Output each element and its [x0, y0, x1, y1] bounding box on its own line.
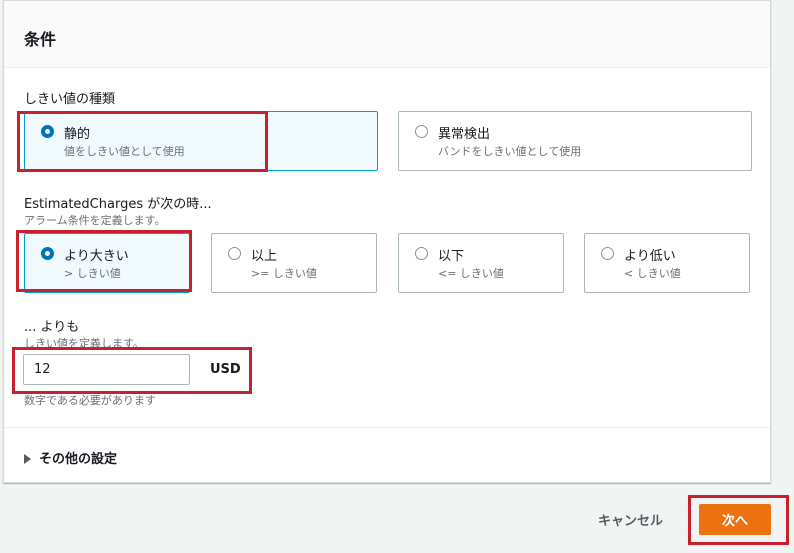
- comparison-greater-tile[interactable]: より大きい > しきい値: [24, 233, 190, 293]
- static-desc: 値をしきい値として使用: [64, 145, 185, 158]
- threshold-value-input[interactable]: [23, 354, 190, 385]
- static-radio[interactable]: [41, 125, 54, 138]
- greater-equal-radio[interactable]: [228, 247, 241, 260]
- cancel-button[interactable]: キャンセル: [598, 510, 663, 529]
- greater-equal-label: 以上: [251, 249, 278, 264]
- caret-right-icon: [24, 454, 31, 464]
- panel-title: 条件: [24, 30, 57, 49]
- comparison-less-tile[interactable]: より低い < しきい値: [584, 233, 750, 293]
- threshold-value-hint: 数字である必要があります: [24, 394, 156, 407]
- static-label: 静的: [64, 127, 91, 142]
- additional-settings-toggle[interactable]: その他の設定: [24, 448, 117, 467]
- anomaly-radio[interactable]: [415, 125, 428, 138]
- threshold-type-anomaly-tile[interactable]: 異常検出 バンドをしきい値として使用: [398, 111, 752, 171]
- less-equal-label: 以下: [438, 249, 465, 264]
- section-divider: [4, 427, 770, 428]
- additional-settings-label: その他の設定: [39, 452, 118, 467]
- greater-desc: > しきい値: [64, 267, 121, 280]
- threshold-type-label: しきい値の種類: [24, 92, 116, 107]
- anomaly-desc: バンドをしきい値として使用: [438, 145, 582, 158]
- greater-label: より大きい: [64, 249, 129, 264]
- conditions-panel: 条件 しきい値の種類 静的 値をしきい値として使用 異常検出 バンドをしきい値と…: [3, 0, 771, 483]
- panel-header: 条件: [4, 1, 770, 68]
- less-equal-radio[interactable]: [415, 247, 428, 260]
- greater-radio[interactable]: [41, 247, 54, 260]
- next-button[interactable]: 次へ: [699, 504, 771, 535]
- threshold-value-desc: しきい値を定義します。: [24, 337, 144, 350]
- comparison-label: EstimatedCharges が次の時...: [24, 197, 212, 212]
- less-desc: < しきい値: [624, 267, 681, 280]
- threshold-unit: USD: [210, 362, 241, 377]
- threshold-type-static-tile[interactable]: 静的 値をしきい値として使用: [24, 111, 378, 171]
- less-equal-desc: <= しきい値: [438, 267, 504, 280]
- comparison-less-equal-tile[interactable]: 以下 <= しきい値: [398, 233, 564, 293]
- greater-equal-desc: >= しきい値: [251, 267, 317, 280]
- comparison-greater-equal-tile[interactable]: 以上 >= しきい値: [211, 233, 377, 293]
- threshold-value-label: ... よりも: [24, 320, 80, 335]
- anomaly-label: 異常検出: [438, 127, 491, 142]
- less-radio[interactable]: [601, 247, 614, 260]
- comparison-desc: アラーム条件を定義します。: [24, 214, 166, 227]
- less-label: より低い: [624, 249, 676, 264]
